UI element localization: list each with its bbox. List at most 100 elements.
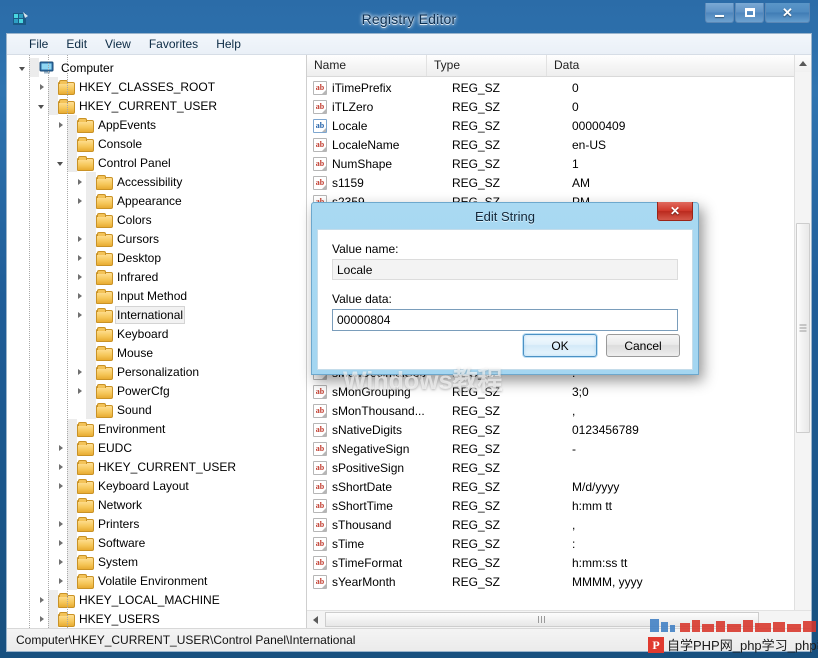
tree-node-cursors[interactable]: Cursors	[7, 229, 306, 248]
tree-expander-closed[interactable]	[53, 571, 67, 590]
tree-expander-closed[interactable]	[72, 286, 86, 305]
tree-node-hkey-users[interactable]: HKEY_USERS	[7, 609, 306, 628]
value-name-input[interactable]	[332, 259, 678, 280]
cancel-button[interactable]: Cancel	[606, 334, 680, 357]
tree-expander-open[interactable]	[15, 58, 29, 77]
ok-button[interactable]: OK	[523, 334, 597, 357]
menu-item-help[interactable]: Help	[208, 35, 249, 54]
tree-expander-closed[interactable]	[72, 381, 86, 400]
tree-node-personalization[interactable]: Personalization	[7, 362, 306, 381]
minimize-button[interactable]	[705, 3, 734, 23]
tree-node-system[interactable]: System	[7, 552, 306, 571]
tree-expander-closed[interactable]	[53, 438, 67, 457]
tree-expander-open[interactable]	[34, 96, 48, 115]
tree-node-powercfg[interactable]: PowerCfg	[7, 381, 306, 400]
title-bar[interactable]: Registry Editor ✕	[6, 5, 812, 33]
string-value-icon: ab	[313, 119, 327, 133]
value-row[interactable]: abNumShapeREG_SZ1	[307, 154, 811, 173]
value-data-input[interactable]	[332, 309, 678, 331]
value-row[interactable]: absNativeDigitsREG_SZ0123456789	[307, 420, 811, 439]
value-row[interactable]: abs1159REG_SZAM	[307, 173, 811, 192]
tree-expander-closed[interactable]	[72, 248, 86, 267]
tree-node-sound[interactable]: Sound	[7, 400, 306, 419]
tree-node-colors[interactable]: Colors	[7, 210, 306, 229]
tree-expander-closed[interactable]	[53, 476, 67, 495]
tree-expander-closed[interactable]	[72, 362, 86, 381]
list-horizontal-scrollbar[interactable]	[307, 610, 811, 628]
menu-item-edit[interactable]: Edit	[58, 35, 95, 54]
tree-expander-closed[interactable]	[53, 533, 67, 552]
tree-node-mouse[interactable]: Mouse	[7, 343, 306, 362]
tree-expander-closed[interactable]	[72, 172, 86, 191]
value-type-cell: REG_SZ	[452, 119, 572, 133]
list-vertical-scrollbar[interactable]	[794, 55, 811, 628]
value-row[interactable]: abiTLZeroREG_SZ0	[307, 97, 811, 116]
close-button[interactable]: ✕	[765, 3, 810, 23]
tree-node-hkey-classes-root[interactable]: HKEY_CLASSES_ROOT	[7, 77, 306, 96]
dialog-title-bar[interactable]: Edit String ✕	[317, 203, 693, 229]
tree-expander-closed[interactable]	[53, 457, 67, 476]
value-row[interactable]: absShortDateREG_SZM/d/yyyy	[307, 477, 811, 496]
column-header-name[interactable]: Name	[307, 55, 427, 76]
tree-node-appearance[interactable]: Appearance	[7, 191, 306, 210]
tree-node-international[interactable]: International	[7, 305, 306, 324]
tree-node-accessibility[interactable]: Accessibility	[7, 172, 306, 191]
dialog-close-button[interactable]: ✕	[657, 202, 693, 221]
tree-expander-closed[interactable]	[72, 229, 86, 248]
tree-expander-closed[interactable]	[34, 590, 48, 609]
column-header-type[interactable]: Type	[427, 55, 547, 76]
tree-expander-closed[interactable]	[72, 305, 86, 324]
tree-node-environment[interactable]: Environment	[7, 419, 306, 438]
tree-node-volatile-environment[interactable]: Volatile Environment	[7, 571, 306, 590]
horizontal-scroll-thumb[interactable]	[325, 612, 759, 627]
tree-node-hkey-current-user[interactable]: HKEY_CURRENT_USER	[7, 96, 306, 115]
value-name-cell: sShortTime	[332, 499, 452, 513]
value-row[interactable]: absShortTimeREG_SZh:mm tt	[307, 496, 811, 515]
tree-node-hkey-current-user[interactable]: HKEY_CURRENT_USER	[7, 457, 306, 476]
value-row[interactable]: absMonThousand...REG_SZ,	[307, 401, 811, 420]
tree-node-label: HKEY_CURRENT_USER	[77, 98, 219, 114]
tree-node-desktop[interactable]: Desktop	[7, 248, 306, 267]
tree-node-printers[interactable]: Printers	[7, 514, 306, 533]
value-row[interactable]: absPositiveSignREG_SZ	[307, 458, 811, 477]
tree-expander-closed[interactable]	[34, 609, 48, 628]
tree-node-eudc[interactable]: EUDC	[7, 438, 306, 457]
tree-expander-closed[interactable]	[34, 77, 48, 96]
tree-node-hkey-local-machine[interactable]: HKEY_LOCAL_MACHINE	[7, 590, 306, 609]
menu-item-view[interactable]: View	[97, 35, 139, 54]
value-row[interactable]: absTimeFormatREG_SZh:mm:ss tt	[307, 553, 811, 572]
registry-tree-pane[interactable]: Computer HKEY_CLASSES_ROOT HKEY_CURRENT_US…	[7, 55, 307, 628]
value-row[interactable]: absMonGroupingREG_SZ3;0	[307, 382, 811, 401]
tree-node-appevents[interactable]: AppEvents	[7, 115, 306, 134]
value-row[interactable]: absThousandREG_SZ,	[307, 515, 811, 534]
tree-node-input-method[interactable]: Input Method	[7, 286, 306, 305]
tree-node-network[interactable]: Network	[7, 495, 306, 514]
maximize-button[interactable]	[735, 3, 764, 23]
tree-expander-closed[interactable]	[53, 514, 67, 533]
value-row[interactable]: absYearMonthREG_SZMMMM, yyyy	[307, 572, 811, 591]
tree-node-keyboard[interactable]: Keyboard	[7, 324, 306, 343]
tree-expander-closed[interactable]	[72, 191, 86, 210]
tree-node-label: HKEY_CLASSES_ROOT	[77, 79, 217, 95]
column-header-data[interactable]: Data	[547, 55, 811, 76]
scroll-left-button[interactable]	[307, 611, 324, 628]
tree-expander-closed[interactable]	[72, 267, 86, 286]
menu-item-favorites[interactable]: Favorites	[141, 35, 206, 54]
value-row[interactable]: abiTimePrefixREG_SZ0	[307, 78, 811, 97]
value-row[interactable]: absNegativeSignREG_SZ-	[307, 439, 811, 458]
menu-item-file[interactable]: File	[21, 35, 56, 54]
tree-expander-open[interactable]	[53, 153, 67, 172]
tree-node-software[interactable]: Software	[7, 533, 306, 552]
scroll-up-button[interactable]	[795, 55, 811, 72]
value-row[interactable]: absTimeREG_SZ:	[307, 534, 811, 553]
value-row[interactable]: abLocaleREG_SZ00000409	[307, 116, 811, 135]
tree-node-infrared[interactable]: Infrared	[7, 267, 306, 286]
tree-node-keyboard-layout[interactable]: Keyboard Layout	[7, 476, 306, 495]
tree-node-computer[interactable]: Computer	[7, 58, 306, 77]
value-row[interactable]: abLocaleNameREG_SZen-US	[307, 135, 811, 154]
tree-node-control-panel[interactable]: Control Panel	[7, 153, 306, 172]
tree-expander-closed[interactable]	[53, 115, 67, 134]
tree-node-console[interactable]: Console	[7, 134, 306, 153]
vertical-scroll-thumb[interactable]	[796, 223, 810, 433]
tree-expander-closed[interactable]	[53, 552, 67, 571]
